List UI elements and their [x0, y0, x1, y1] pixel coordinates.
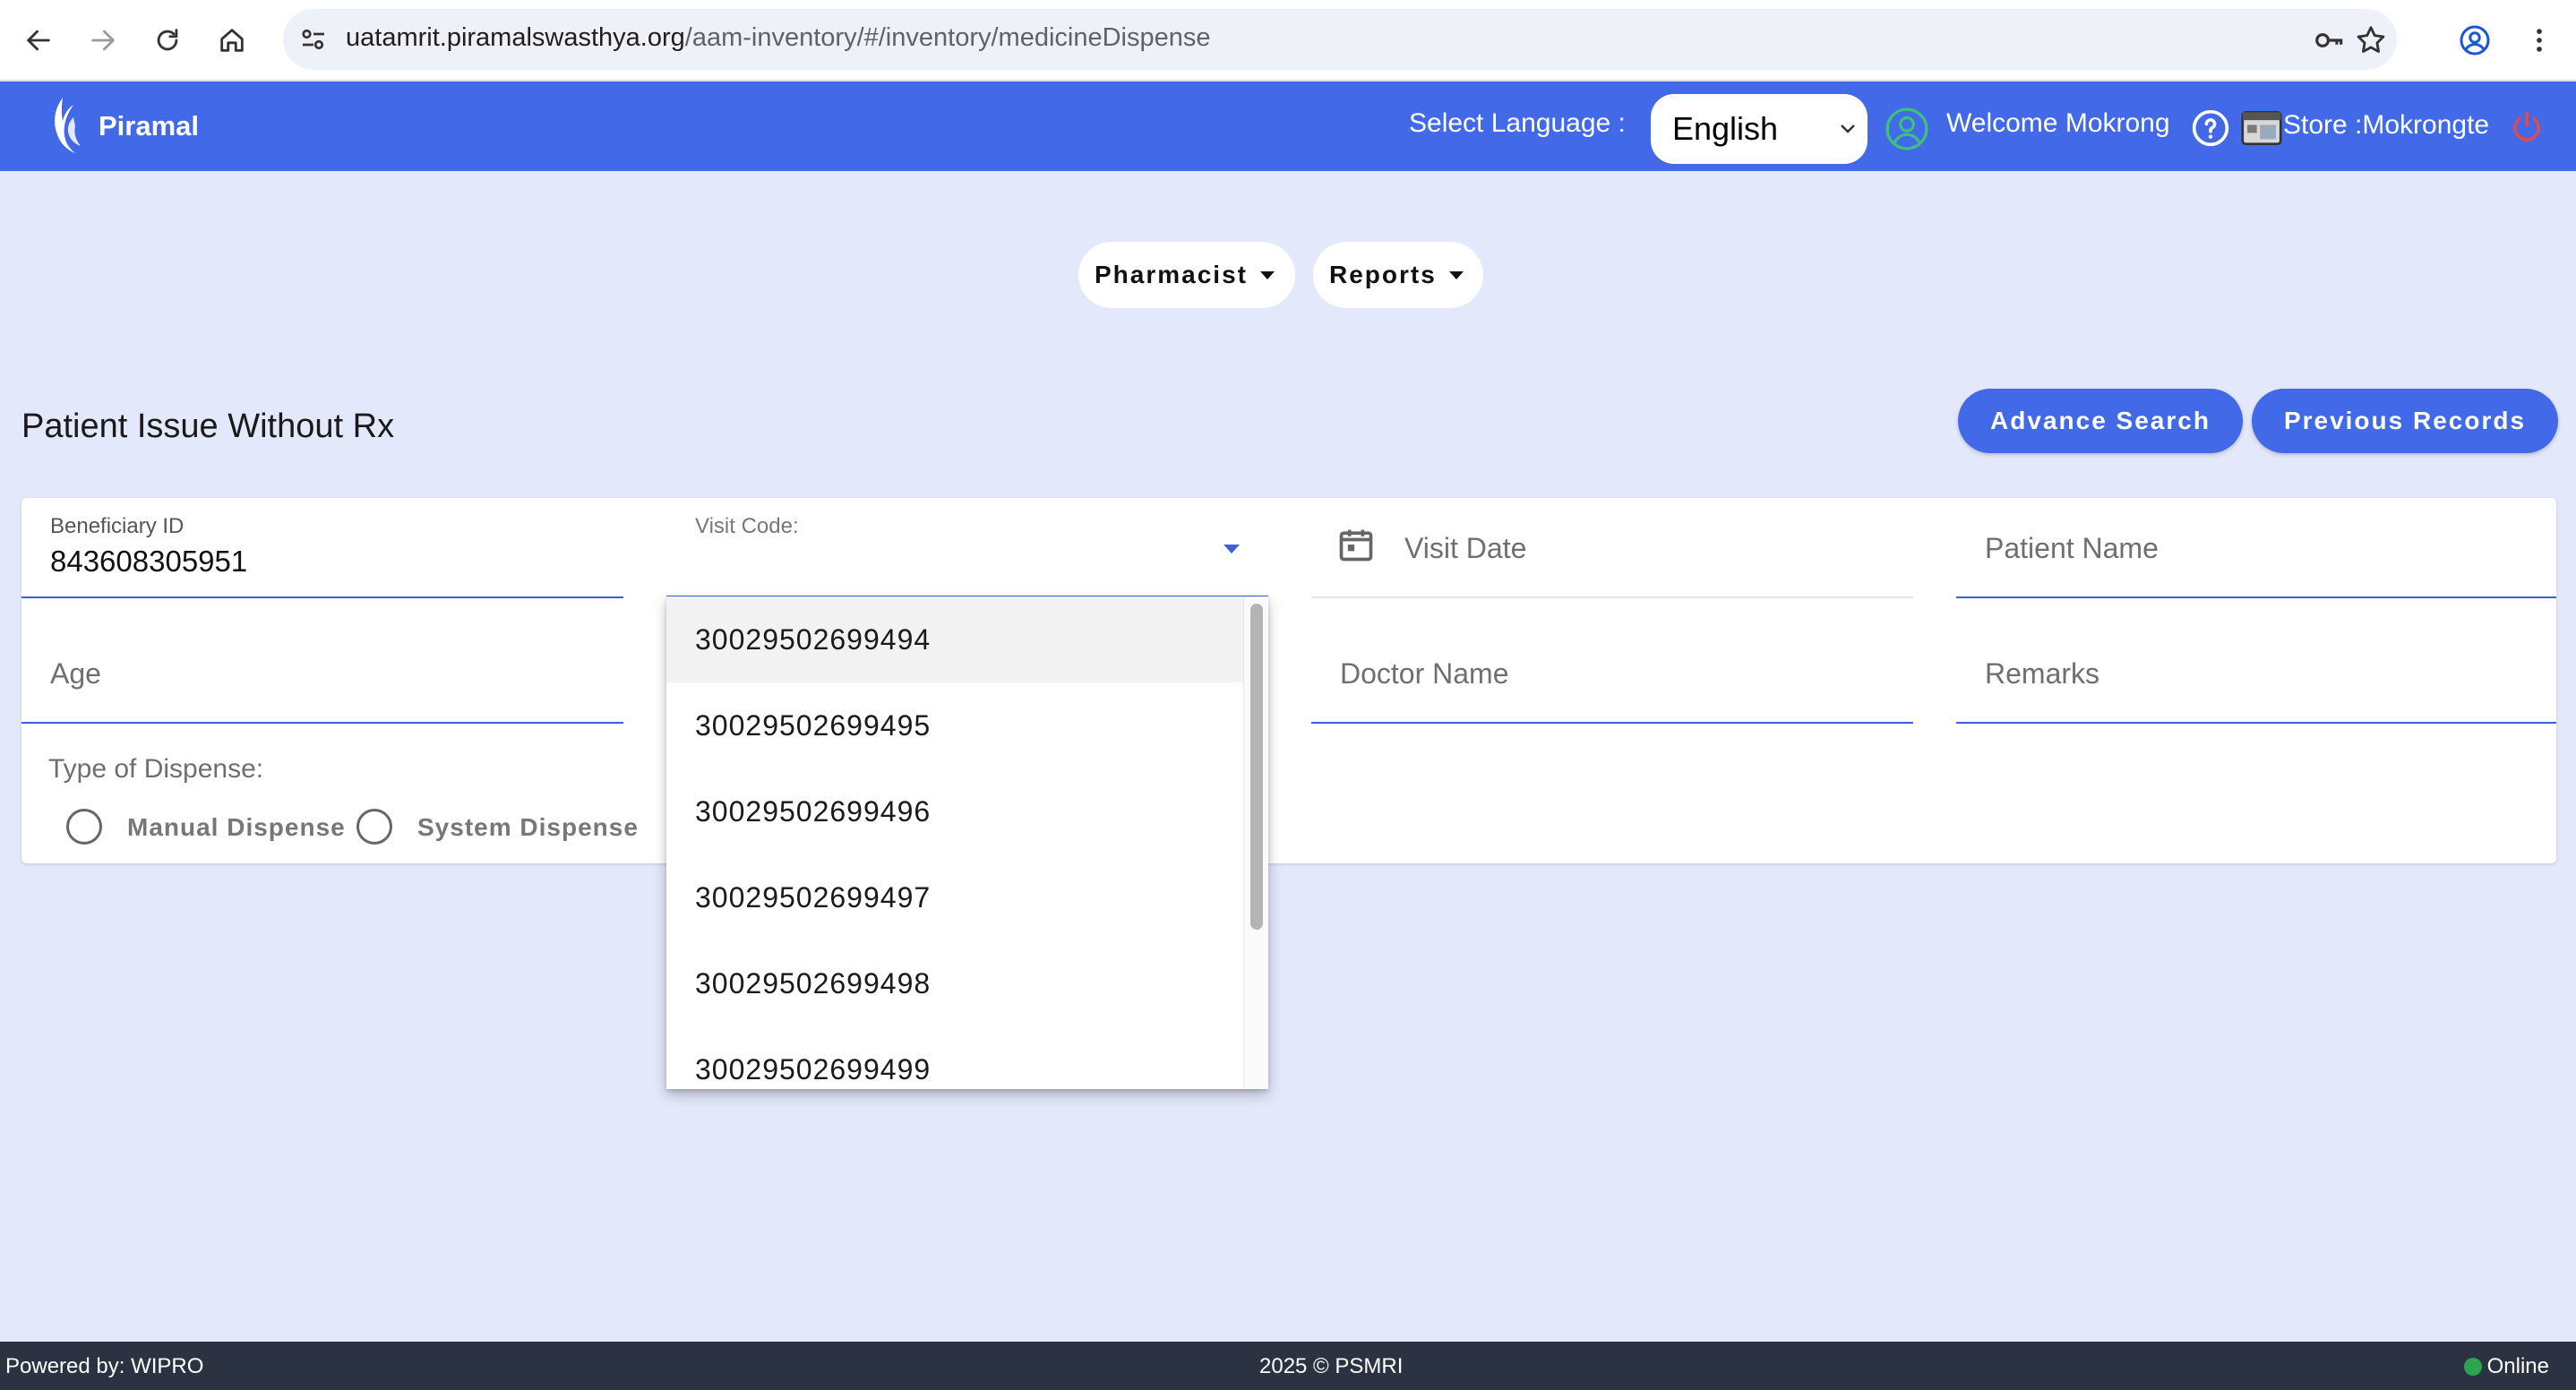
help-icon[interactable]: [2191, 108, 2230, 148]
user-avatar-icon[interactable]: [1885, 107, 1929, 151]
online-status-dot-icon: [2463, 1358, 2482, 1376]
url-text: uatamrit.piramalswasthya.org/aam-invento…: [346, 23, 1211, 52]
page-title: Patient Issue Without Rx: [21, 408, 395, 445]
online-status-text: Online: [2486, 1354, 2549, 1378]
site-settings-icon[interactable]: [297, 23, 330, 56]
beneficiary-id-value: 843608305951: [50, 545, 248, 578]
caret-down-icon: [1448, 270, 1464, 279]
visit-code-select[interactable]: Visit Code:: [666, 498, 1268, 598]
password-key-icon[interactable]: [2313, 23, 2347, 57]
logout-power-icon[interactable]: [2508, 108, 2546, 146]
browser-toolbar: uatamrit.piramalswasthya.org/aam-invento…: [0, 0, 2576, 81]
beneficiary-id-label: Beneficiary ID: [50, 514, 185, 538]
pharmacist-menu-label: Pharmacist: [1095, 261, 1248, 288]
visit-code-option[interactable]: 30029502699495: [666, 682, 1268, 768]
browser-menu-icon[interactable]: [2519, 20, 2560, 61]
doctor-name-field[interactable]: Doctor Name: [1311, 623, 1913, 724]
previous-records-button[interactable]: Previous Records: [2252, 389, 2558, 453]
language-value: English: [1672, 110, 1779, 147]
user-name: Mokrong: [2065, 108, 2170, 138]
reports-menu-label: Reports: [1329, 261, 1437, 288]
visit-date-field[interactable]: Visit Date: [1311, 498, 1913, 598]
doctor-name-placeholder: Doctor Name: [1340, 657, 1509, 690]
language-select[interactable]: English: [1651, 94, 1868, 164]
app-header: Piramal Select Language : English Welcom…: [0, 82, 2576, 171]
visit-code-option[interactable]: 30029502699497: [666, 854, 1268, 940]
scrollbar-thumb[interactable]: [1250, 604, 1263, 930]
patient-name-placeholder: Patient Name: [1985, 532, 2159, 564]
bookmark-star-icon[interactable]: [2354, 23, 2388, 57]
select-language-label: Select Language :: [1409, 108, 1626, 138]
visit-code-option[interactable]: 30029502699496: [666, 768, 1268, 854]
brand-name: Piramal: [99, 110, 200, 142]
visit-code-option[interactable]: 30029502699499: [666, 1026, 1268, 1089]
connection-status: Online: [2463, 1354, 2549, 1379]
piramal-leaf-icon: [55, 98, 81, 153]
remarks-placeholder: Remarks: [1985, 657, 2100, 690]
age-field[interactable]: Age: [21, 623, 623, 724]
visit-code-option[interactable]: 30029502699498: [666, 940, 1268, 1026]
patient-name-field[interactable]: Patient Name: [1956, 498, 2556, 598]
store-icon: [2241, 110, 2282, 146]
reload-icon[interactable]: [147, 20, 188, 61]
chevron-down-icon: [1841, 124, 1855, 133]
visit-code-dropdown[interactable]: 30029502699494 30029502699495 3002950269…: [666, 596, 1268, 1089]
system-dispense-radio[interactable]: [356, 809, 392, 845]
copyright-text: 2025 © PSMRI: [1259, 1354, 1404, 1378]
age-placeholder: Age: [50, 657, 101, 690]
reports-menu-button[interactable]: Reports: [1313, 242, 1483, 308]
remarks-field[interactable]: Remarks: [1956, 623, 2556, 724]
address-bar[interactable]: uatamrit.piramalswasthya.org/aam-invento…: [283, 9, 2397, 70]
visit-date-placeholder: Visit Date: [1404, 532, 1527, 564]
forward-icon[interactable]: [82, 20, 124, 61]
dropdown-scrollbar[interactable]: [1243, 596, 1268, 1089]
powered-by-text: Powered by: WIPRO: [5, 1354, 204, 1378]
advance-search-button[interactable]: Advance Search: [1958, 389, 2243, 453]
piramal-logo[interactable]: Piramal: [45, 94, 199, 159]
system-dispense-label[interactable]: System Dispense: [417, 813, 639, 842]
caret-down-icon: [1224, 545, 1240, 553]
beneficiary-id-field[interactable]: Beneficiary ID 843608305951: [21, 498, 623, 598]
caret-down-icon: [1259, 270, 1275, 279]
home-icon[interactable]: [211, 20, 253, 61]
visit-code-option[interactable]: 30029502699494: [666, 596, 1268, 682]
dispense-type-label: Type of Dispense:: [48, 754, 264, 784]
back-icon[interactable]: [18, 20, 59, 61]
calendar-icon[interactable]: [1336, 525, 1376, 564]
manual-dispense-radio[interactable]: [66, 809, 102, 845]
welcome-text: Welcome Mokrong: [1946, 108, 2170, 138]
footer: Powered by: WIPRO 2025 © PSMRI Online: [0, 1342, 2576, 1390]
store-name: Mokrongte: [2362, 110, 2490, 140]
manual-dispense-label[interactable]: Manual Dispense: [127, 813, 346, 842]
dispense-form-card: Beneficiary ID 843608305951 Visit Code: …: [21, 498, 2556, 863]
visit-code-label: Visit Code:: [695, 514, 799, 538]
profile-icon[interactable]: [2454, 20, 2495, 61]
pharmacist-menu-button[interactable]: Pharmacist: [1078, 242, 1295, 308]
store-text: Store :Mokrongte: [2283, 110, 2490, 140]
